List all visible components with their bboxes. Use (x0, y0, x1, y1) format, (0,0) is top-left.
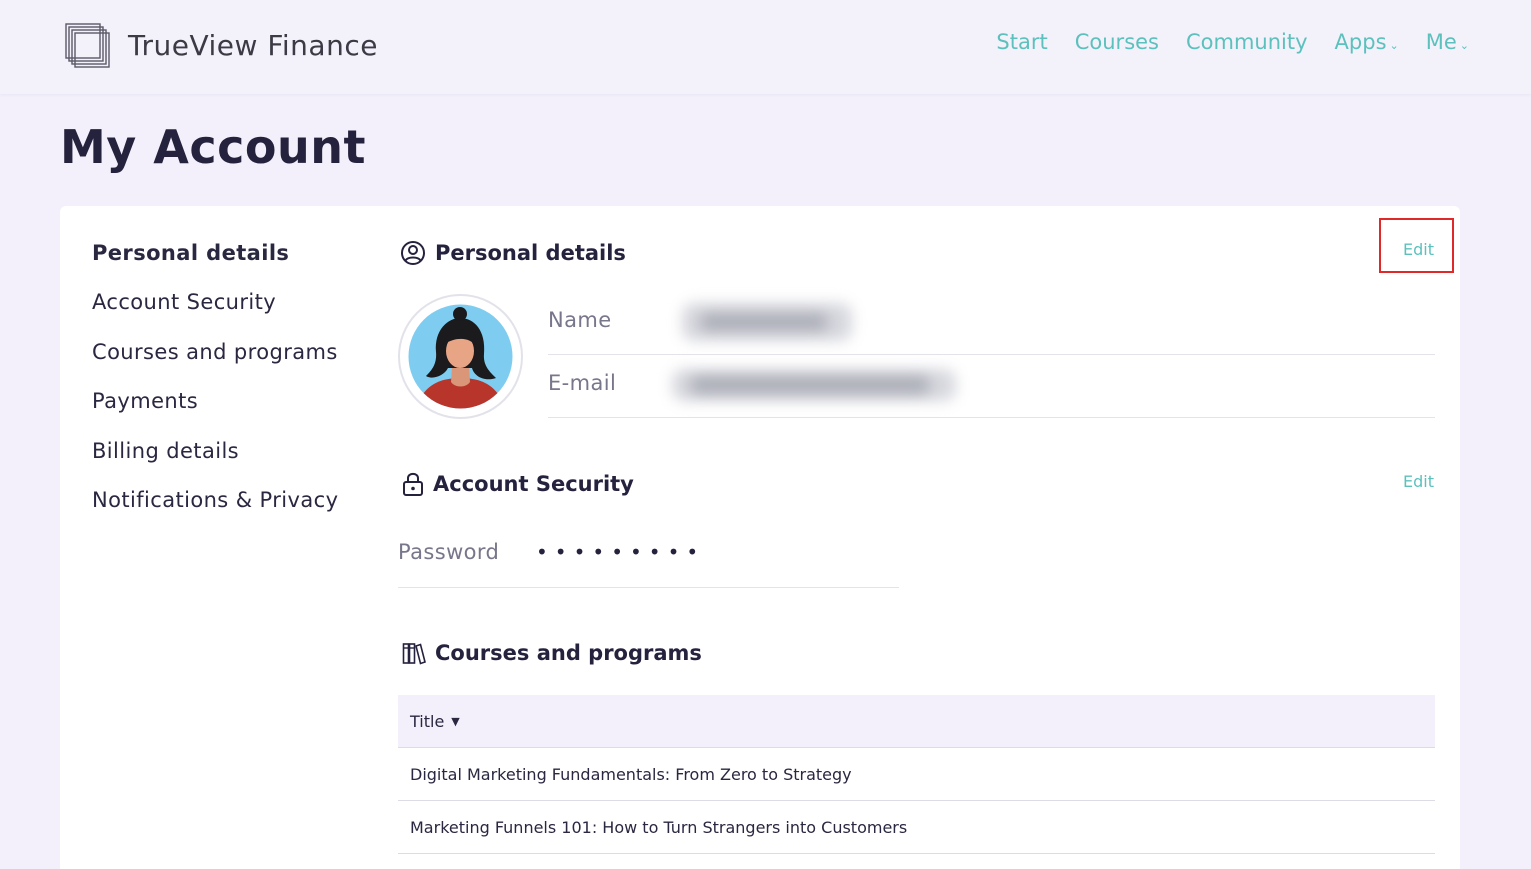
account-security-header: Account Security (402, 471, 634, 497)
password-value: ••••••••• (536, 540, 706, 564)
table-row[interactable]: Digital Marketing Fundamentals: From Zer… (398, 748, 1435, 801)
sidebar-item-account-security[interactable]: Account Security (92, 283, 338, 332)
personal-details-edit-link[interactable]: Edit (1403, 240, 1434, 259)
nav-apps[interactable]: Apps ⌄ (1335, 30, 1399, 54)
courses-table: Title ▼ Digital Marketing Fundamentals: … (398, 695, 1435, 854)
lock-icon (403, 472, 423, 496)
password-divider (398, 587, 899, 588)
logo-icon[interactable] (64, 22, 112, 70)
books-icon (402, 643, 426, 665)
name-label: Name (548, 308, 612, 332)
sidebar-item-courses[interactable]: Courses and programs (92, 333, 338, 382)
account-security-title: Account Security (433, 472, 634, 496)
courses-header: Courses and programs (402, 641, 702, 665)
name-value-redacted-text (700, 314, 828, 330)
table-header-title[interactable]: Title ▼ (398, 695, 1435, 748)
chevron-down-icon: ⌄ (1459, 38, 1469, 52)
sidebar-item-payments[interactable]: Payments (92, 382, 338, 431)
name-divider (548, 354, 1435, 355)
brand-name[interactable]: TrueView Finance (128, 29, 378, 62)
avatar[interactable] (398, 294, 523, 419)
account-card: Personal details Account Security Course… (60, 206, 1460, 869)
chevron-down-icon: ⌄ (1389, 38, 1399, 52)
password-label: Password (398, 540, 500, 564)
email-divider (548, 417, 1435, 418)
courses-title: Courses and programs (435, 641, 702, 665)
email-label: E-mail (548, 371, 617, 395)
account-security-edit-link[interactable]: Edit (1403, 472, 1434, 491)
account-sidebar: Personal details Account Security Course… (92, 234, 338, 530)
nav-community[interactable]: Community (1186, 30, 1308, 54)
sidebar-item-notifications[interactable]: Notifications & Privacy (92, 481, 338, 530)
nav-me[interactable]: Me ⌄ (1426, 30, 1469, 54)
personal-details-title: Personal details (435, 241, 626, 265)
avatar-illustration (408, 304, 513, 409)
personal-details-header: Personal details (400, 240, 626, 266)
page-title: My Account (60, 120, 366, 174)
main-nav: Start Courses Community Apps ⌄ Me ⌄ (969, 30, 1469, 54)
sort-down-icon: ▼ (451, 714, 460, 728)
nav-courses[interactable]: Courses (1075, 30, 1159, 54)
sidebar-item-personal-details[interactable]: Personal details (92, 234, 338, 283)
user-circle-icon (401, 241, 425, 265)
email-value-redacted-text (690, 377, 930, 393)
table-row[interactable]: Marketing Funnels 101: How to Turn Stran… (398, 801, 1435, 854)
nav-start[interactable]: Start (996, 30, 1047, 54)
sidebar-item-billing[interactable]: Billing details (92, 432, 338, 481)
top-navbar: TrueView Finance Start Courses Community… (0, 0, 1531, 94)
column-title-label: Title (410, 711, 445, 731)
